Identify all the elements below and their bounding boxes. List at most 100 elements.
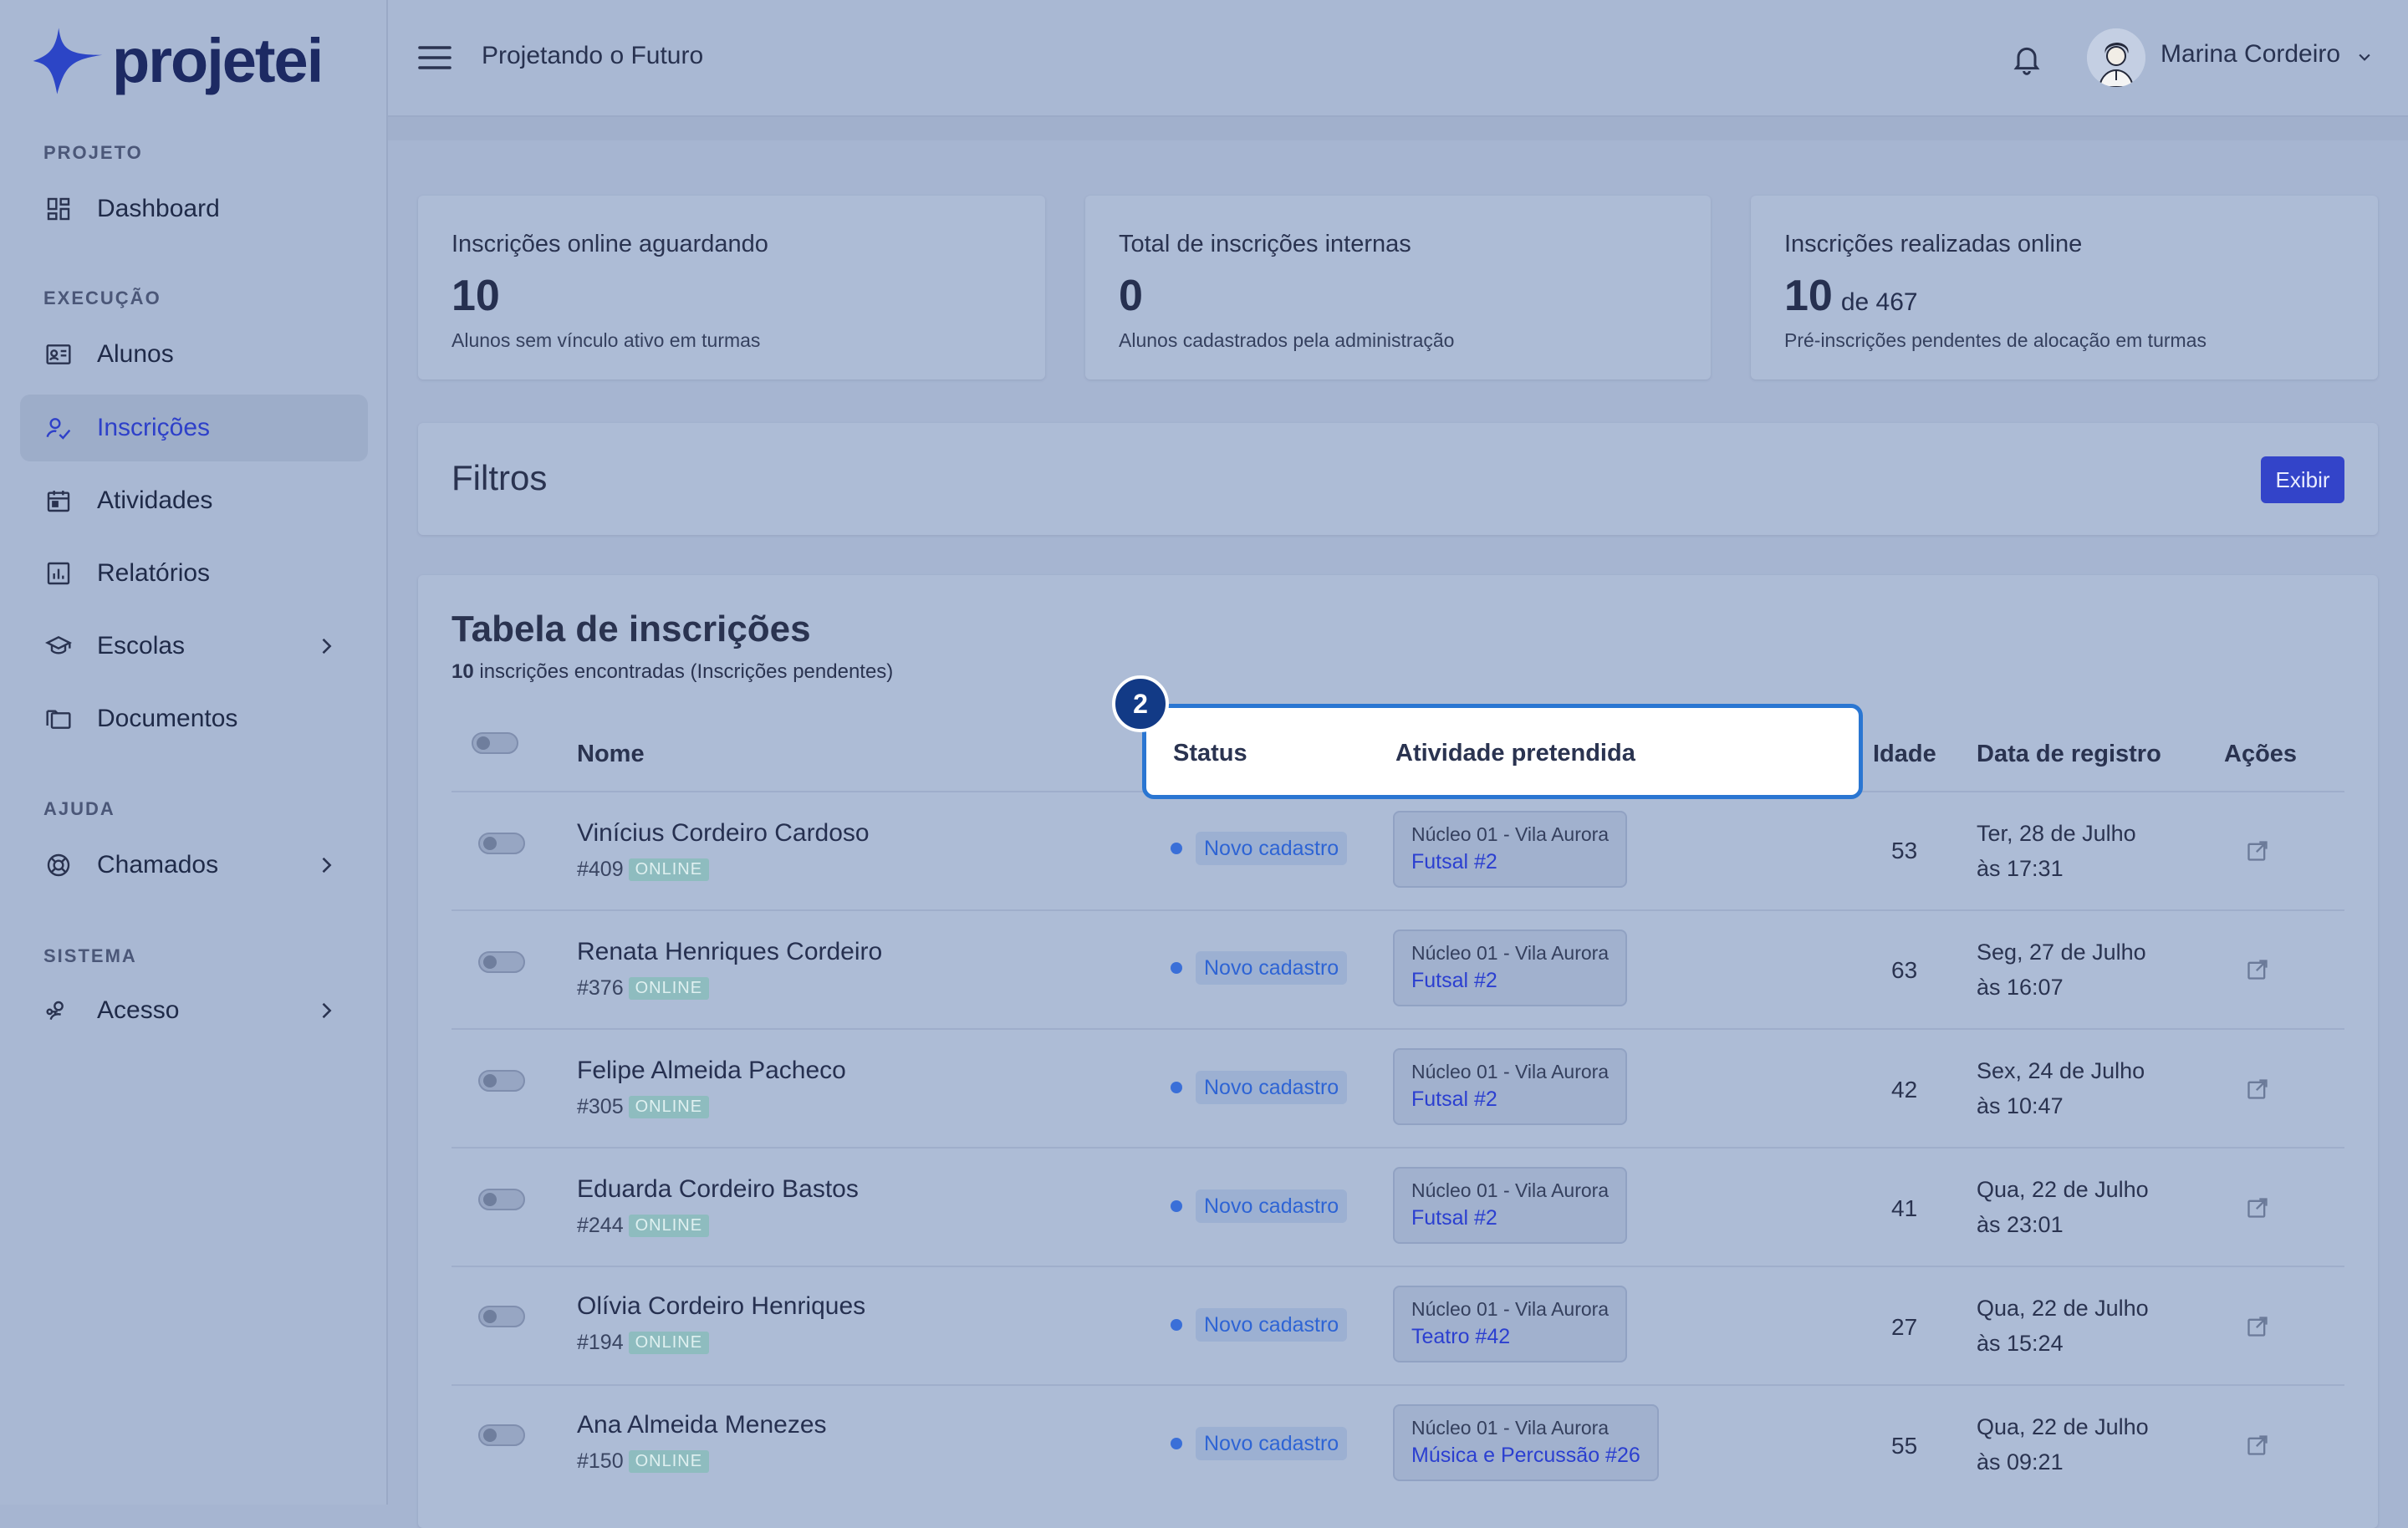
stat-of-total: de 467 (1840, 288, 1918, 316)
student-id-number: #194 (577, 1331, 624, 1354)
row-select-toggle[interactable] (478, 1070, 525, 1092)
sidebar-item-inscricoes[interactable]: Inscrições (20, 395, 368, 461)
filters-card: Filtros Exibir (418, 423, 2378, 535)
online-badge: ONLINE (628, 1215, 710, 1237)
sidebar-item-escolas[interactable]: Escolas (20, 613, 368, 680)
brand-logo[interactable]: projetei (30, 23, 324, 99)
step-number-badge: 2 (1112, 675, 1169, 732)
external-link-icon[interactable] (2246, 1196, 2269, 1220)
column-header-name[interactable]: Nome (577, 741, 645, 768)
external-link-icon[interactable] (2246, 1077, 2269, 1101)
divider (452, 909, 2344, 911)
stat-number: 10 (452, 272, 500, 320)
row-select-toggle[interactable] (478, 951, 525, 973)
sidebar-item-dashboard[interactable]: Dashboard (20, 176, 368, 242)
student-id-number: #244 (577, 1214, 624, 1237)
user-name[interactable]: Marina Cordeiro (2161, 40, 2340, 69)
activity-link[interactable]: Futsal #2 (1411, 1085, 1609, 1113)
row-select-toggle[interactable] (478, 833, 525, 854)
student-age: 53 (1891, 838, 1918, 863)
sidebar-item-acesso[interactable]: Acesso (20, 977, 368, 1044)
status-dot-icon (1171, 1438, 1182, 1449)
status-badge: Novo cadastro (1196, 951, 1348, 985)
dashboard-icon (43, 194, 74, 224)
section-label-projeto: PROJETO (43, 142, 143, 163)
activity-cell: Núcleo 01 - Vila Aurora Futsal #2 (1393, 1048, 1628, 1125)
student-name[interactable]: Felipe Almeida Pacheco (577, 1057, 846, 1085)
row-select-toggle[interactable] (478, 1306, 525, 1327)
student-id: #150 ONLINE (577, 1449, 710, 1474)
sidebar-item-label: Dashboard (97, 195, 220, 222)
row-select-toggle[interactable] (478, 1424, 525, 1446)
registration-date: Sex, 24 de Julho às 10:47 (1977, 1053, 2145, 1123)
student-name[interactable]: Ana Almeida Menezes (577, 1411, 827, 1439)
status-dot-icon (1171, 962, 1182, 974)
header-subbar (388, 117, 2408, 140)
sidebar-item-alunos[interactable]: Alunos (20, 321, 368, 388)
bell-icon[interactable] (2010, 40, 2043, 77)
external-link-icon[interactable] (2246, 839, 2269, 863)
activity-location: Núcleo 01 - Vila Aurora (1411, 823, 1610, 845)
hamburger-menu-icon[interactable] (418, 43, 452, 72)
status-badge: Novo cadastro (1196, 1071, 1348, 1104)
registration-date: Qua, 22 de Julho às 23:01 (1977, 1172, 2149, 1242)
column-header-activity[interactable]: Atividade pretendida (1395, 740, 1635, 767)
activity-link[interactable]: Música e Percussão #26 (1411, 1441, 1640, 1469)
activity-location: Núcleo 01 - Vila Aurora (1411, 1298, 1610, 1320)
student-age: 55 (1891, 1433, 1918, 1459)
student-name[interactable]: Renata Henriques Cordeiro (577, 938, 882, 966)
calendar-icon (43, 486, 74, 516)
star-logo-icon (33, 28, 103, 94)
online-badge: ONLINE (628, 977, 710, 1000)
external-link-icon[interactable] (2246, 1315, 2269, 1338)
sidebar-item-label: Documentos (97, 705, 238, 732)
select-all-toggle[interactable] (472, 732, 518, 754)
show-filters-button[interactable]: Exibir (2261, 456, 2344, 503)
user-key-icon (43, 996, 74, 1026)
external-link-icon[interactable] (2246, 1434, 2269, 1457)
divider (452, 1266, 2344, 1267)
chevron-right-icon (322, 1002, 332, 1019)
registration-date-day: Qua, 22 de Julho (1977, 1414, 2149, 1439)
student-id: #194 ONLINE (577, 1331, 710, 1355)
student-name[interactable]: Olívia Cordeiro Henriques (577, 1292, 865, 1321)
activity-link[interactable]: Futsal #2 (1411, 1204, 1609, 1232)
status-dot-icon (1171, 843, 1182, 854)
row-select-toggle[interactable] (478, 1189, 525, 1210)
chevron-down-icon[interactable] (2356, 48, 2373, 65)
activity-link[interactable]: Teatro #42 (1411, 1322, 1609, 1351)
registration-date-time: às 17:31 (1977, 856, 2064, 881)
stat-number: 0 (1119, 272, 1143, 320)
avatar[interactable] (2087, 28, 2145, 87)
activity-link[interactable]: Futsal #2 (1411, 848, 1609, 876)
table-count-number: 10 (452, 660, 474, 683)
student-name[interactable]: Eduarda Cordeiro Bastos (577, 1175, 859, 1204)
student-id-number: #376 (577, 976, 624, 1000)
stat-subtitle: Alunos sem vínculo ativo em turmas (452, 329, 761, 351)
sidebar-item-chamados[interactable]: Chamados (20, 832, 368, 899)
column-header-status[interactable]: Status (1173, 740, 1247, 767)
student-age: 63 (1891, 957, 1918, 983)
divider (452, 1028, 2344, 1030)
activity-link[interactable]: Futsal #2 (1411, 966, 1609, 995)
sidebar-item-label: Escolas (97, 632, 186, 660)
sidebar-item-label: Relatórios (97, 559, 211, 587)
sidebar-item-documentos[interactable]: Documentos (20, 685, 368, 752)
sidebar-item-relatorios[interactable]: Relatórios (20, 540, 368, 607)
student-id: #244 ONLINE (577, 1214, 710, 1238)
folders-icon (43, 704, 74, 734)
activity-cell: Núcleo 01 - Vila Aurora Futsal #2 (1393, 811, 1628, 888)
stat-card-online-total: Inscrições realizadas online 10 de 467 Pr… (1751, 196, 2378, 379)
sidebar-item-label: Inscrições (97, 414, 211, 441)
sidebar-item-atividades[interactable]: Atividades (20, 467, 368, 534)
registration-date: Ter, 28 de Julho às 17:31 (1977, 816, 2136, 886)
column-header-date[interactable]: Data de registro (1977, 741, 2161, 768)
registration-date: Qua, 22 de Julho às 09:21 (1977, 1409, 2149, 1480)
registration-date: Seg, 27 de Julho às 16:07 (1977, 935, 2146, 1005)
stat-value: 10 (452, 271, 500, 321)
graduation-cap-icon (43, 631, 74, 661)
external-link-icon[interactable] (2246, 958, 2269, 981)
status-badge: Novo cadastro (1196, 1308, 1348, 1342)
column-header-age[interactable]: Idade (1873, 741, 1936, 768)
student-name[interactable]: Vinícius Cordeiro Cardoso (577, 819, 870, 848)
